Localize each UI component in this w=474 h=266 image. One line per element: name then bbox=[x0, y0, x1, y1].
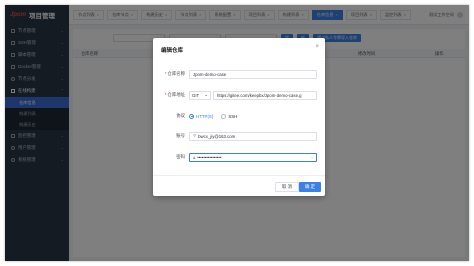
radio-checked-icon bbox=[189, 113, 194, 119]
protocol-row: 协议 HTTP(S) SSH bbox=[153, 111, 325, 121]
account-label: 账号 bbox=[176, 133, 185, 138]
account-input[interactable]: ⚲ bwcx_jiy@163.com bbox=[189, 131, 317, 141]
user-icon: ⚲ bbox=[193, 133, 197, 138]
account-value: bwcx_jiy@163.com bbox=[198, 133, 236, 139]
protocol-label: 协议 bbox=[176, 113, 185, 118]
url-row: *仓库地址 GIT ⌄ https://gitee.com/keepbx/Jpo… bbox=[153, 90, 325, 100]
url-label: 仓库地址 bbox=[167, 92, 185, 97]
name-label: 仓库名称 bbox=[167, 71, 185, 76]
app-window: Jpom 项目管理 节点管理 ⌄ SSH管理 ⌄ 脚本管理 ⌄ Docker管理… bbox=[5, 5, 469, 261]
account-row: 账号 ⚲ bwcx_jiy@163.com bbox=[153, 131, 325, 141]
repository-name-input[interactable]: Jpom-demo-case bbox=[189, 69, 317, 79]
dialog-footer-divider bbox=[153, 175, 325, 176]
repo-type-select[interactable]: GIT ⌄ bbox=[189, 90, 211, 100]
radio-ssh[interactable]: SSH bbox=[221, 113, 238, 119]
dialog-title: 编辑仓库 bbox=[161, 48, 184, 54]
confirm-button[interactable]: 确 定 bbox=[299, 182, 322, 192]
protocol-radio-group: HTTP(S) SSH bbox=[189, 113, 238, 119]
radio-ssh-label: SSH bbox=[228, 113, 238, 119]
eye-invisible-icon[interactable]: ◌ bbox=[310, 155, 313, 160]
password-value: •••••••••••••••• bbox=[197, 154, 222, 160]
chevron-down-icon: ⌄ bbox=[204, 92, 208, 97]
repository-url-input[interactable]: https://gitee.com/keepbx/Jpom-demo-case.… bbox=[213, 90, 317, 100]
radio-https[interactable]: HTTP(S) bbox=[189, 113, 214, 119]
lock-icon: 🔒︎ bbox=[193, 154, 196, 160]
radio-https-label: HTTP(S) bbox=[196, 113, 214, 119]
edit-repository-dialog: 编辑仓库 × *仓库名称 Jpom-demo-case *仓库地址 GIT ⌄ … bbox=[153, 38, 325, 196]
password-label: 密码 bbox=[176, 154, 185, 159]
close-icon[interactable]: × bbox=[315, 44, 319, 50]
repo-type-value: GIT bbox=[192, 92, 200, 98]
password-input[interactable]: 🔒︎ •••••••••••••••• ◌ bbox=[189, 152, 317, 162]
cancel-button[interactable]: 取 消 bbox=[275, 182, 300, 192]
password-row: 密码 🔒︎ •••••••••••••••• ◌ bbox=[153, 152, 325, 162]
radio-unchecked-icon bbox=[221, 113, 227, 119]
name-row: *仓库名称 Jpom-demo-case bbox=[153, 69, 325, 79]
